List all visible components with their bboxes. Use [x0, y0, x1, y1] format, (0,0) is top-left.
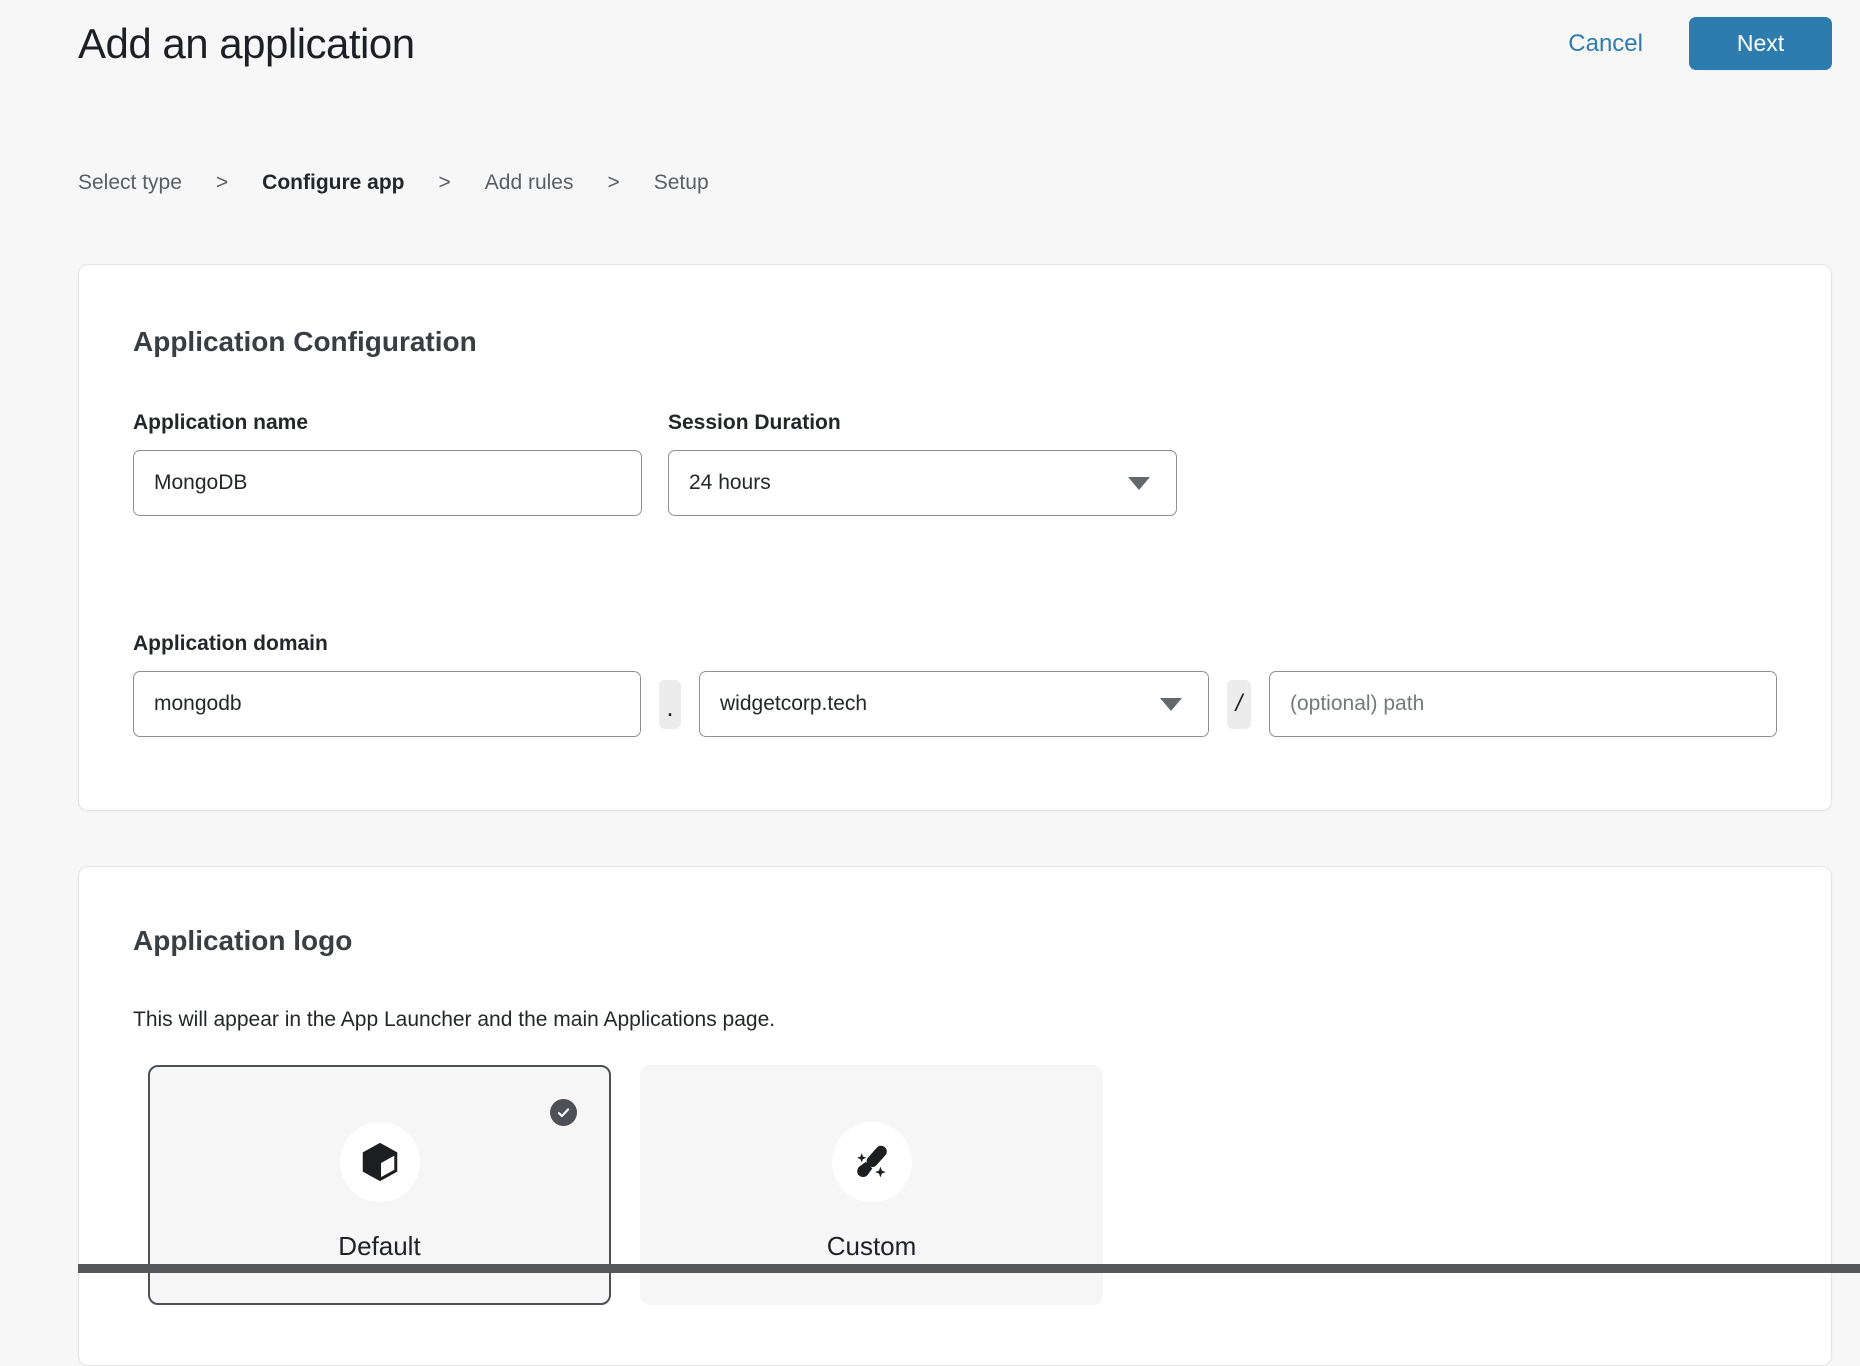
session-duration-value: 24 hours	[689, 471, 771, 495]
step-setup[interactable]: Setup	[654, 170, 709, 196]
viewport-bottom-edge	[78, 1264, 1860, 1273]
domain-zone-value: widgetcorp.tech	[720, 692, 867, 716]
application-logo-card: Application logo This will appear in the…	[78, 866, 1832, 1366]
logo-heading: Application logo	[133, 924, 1777, 958]
page-header: Add an application Cancel Next	[78, 17, 1832, 70]
logo-description: This will appear in the App Launcher and…	[133, 1008, 1777, 1032]
cube-icon	[357, 1139, 403, 1185]
application-domain-row: . widgetcorp.tech /	[133, 671, 1777, 737]
default-logo-circle	[340, 1122, 420, 1202]
path-input[interactable]	[1269, 671, 1777, 737]
chevron-down-icon	[1128, 477, 1150, 490]
step-configure-app[interactable]: Configure app	[262, 170, 404, 196]
application-name-input[interactable]	[133, 450, 642, 516]
slash-separator: /	[1227, 680, 1251, 729]
paintbrush-sparkle-icon	[850, 1140, 894, 1184]
header-actions: Cancel Next	[1568, 17, 1832, 70]
subdomain-input[interactable]	[133, 671, 641, 737]
check-icon	[556, 1105, 571, 1120]
chevron-down-icon	[1160, 698, 1182, 711]
next-button[interactable]: Next	[1689, 17, 1832, 70]
dot-separator: .	[659, 680, 681, 729]
custom-logo-circle	[832, 1122, 912, 1202]
logo-option-label: Custom	[827, 1231, 917, 1262]
page-title: Add an application	[78, 20, 415, 68]
application-configuration-card: Application Configuration Application na…	[78, 264, 1832, 811]
application-name-label: Application name	[133, 411, 642, 435]
breadcrumb: Select type > Configure app > Add rules …	[78, 170, 1832, 196]
application-domain-label: Application domain	[133, 632, 1777, 656]
session-duration-select[interactable]: 24 hours	[668, 450, 1177, 516]
selected-check-badge	[550, 1099, 577, 1126]
domain-zone-select[interactable]: widgetcorp.tech	[699, 671, 1209, 737]
step-add-rules[interactable]: Add rules	[485, 170, 574, 196]
session-duration-label: Session Duration	[668, 411, 1177, 435]
step-separator: >	[607, 170, 619, 196]
step-separator: >	[439, 170, 451, 196]
logo-option-label: Default	[338, 1231, 420, 1262]
step-separator: >	[216, 170, 228, 196]
step-select-type[interactable]: Select type	[78, 170, 182, 196]
cancel-button[interactable]: Cancel	[1568, 30, 1643, 58]
configuration-heading: Application Configuration	[133, 325, 1777, 359]
